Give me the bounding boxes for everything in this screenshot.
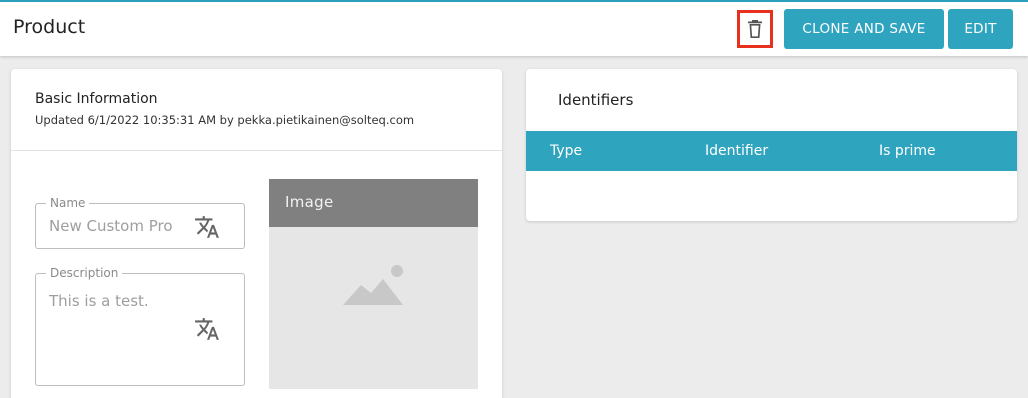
name-field[interactable]: Name New Custom Pro: [35, 196, 245, 249]
image-label: Image: [285, 193, 334, 211]
column-header-identifier[interactable]: Identifier: [705, 143, 768, 159]
column-header-type[interactable]: Type: [550, 143, 582, 159]
identifiers-table-header: Type Identifier Is prime: [526, 131, 1017, 171]
edit-button[interactable]: EDIT: [948, 9, 1013, 49]
translate-icon[interactable]: [194, 214, 220, 240]
image-upload-area[interactable]: Image: [269, 179, 478, 389]
description-field-label: Description: [46, 266, 123, 280]
name-field-value: New Custom Pro: [49, 217, 173, 235]
divider: [11, 150, 502, 151]
identifiers-card: Identifiers Type Identifier Is prime: [526, 69, 1017, 221]
translate-icon[interactable]: [194, 316, 220, 342]
description-field-value: This is a test.: [49, 292, 149, 310]
page-header: Product CLONE AND SAVE EDIT: [0, 2, 1028, 56]
description-field[interactable]: Description This is a test.: [35, 266, 245, 386]
page-title: Product: [13, 16, 86, 38]
delete-button[interactable]: [737, 10, 773, 48]
updated-info: Updated 6/1/2022 10:35:31 AM by pekka.pi…: [35, 113, 415, 127]
column-header-is-prime[interactable]: Is prime: [879, 143, 936, 159]
basic-information-title: Basic Information: [35, 91, 158, 107]
image-header: Image: [269, 179, 478, 227]
image-placeholder-icon: [343, 265, 403, 305]
basic-information-card: Basic Information Updated 6/1/2022 10:35…: [11, 69, 502, 398]
identifiers-title: Identifiers: [558, 91, 634, 109]
trash-icon: [748, 20, 762, 38]
name-field-label: Name: [46, 196, 90, 210]
clone-and-save-button[interactable]: CLONE AND SAVE: [784, 9, 944, 49]
